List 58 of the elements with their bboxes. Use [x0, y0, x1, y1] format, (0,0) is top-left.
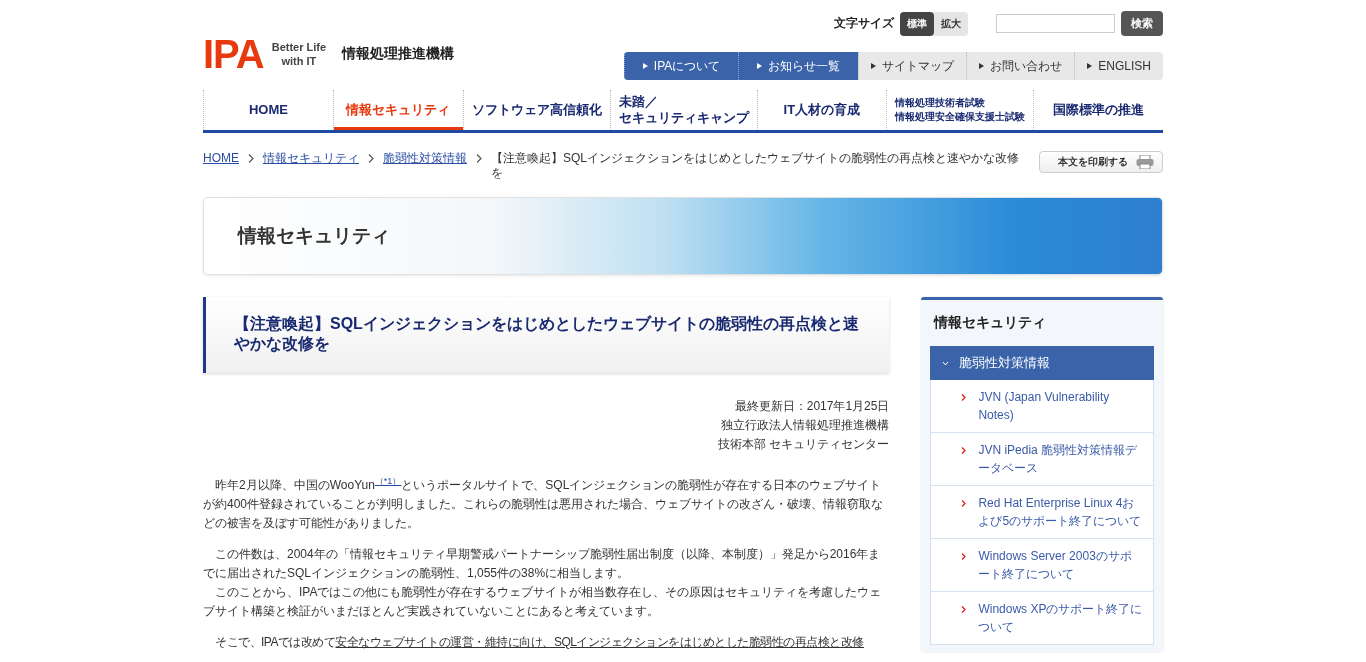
triangle-icon	[871, 63, 877, 69]
nav-tab[interactable]: 国際標準の推進	[1033, 90, 1163, 130]
article-meta: 最終更新日：2017年1月25日	[734, 398, 890, 415]
paragraph: そこで、IPAでは改めて安全なウェブサイトの運営・維持に向け、SQLインジェクションをはじめとした脆弱性の再点検と改修	[214, 634, 865, 651]
article-meta: 独立行政法人情報処理推進機構	[721, 417, 890, 434]
breadcrumb-link[interactable]: HOME	[203, 151, 239, 166]
banner-title: 情報セキュリティ	[238, 224, 390, 248]
nav-tab[interactable]: 情報処理技術者試験 情報処理安全確保支援士試験	[886, 90, 1034, 130]
utility-link[interactable]: お知らせ一覧	[738, 52, 859, 80]
triangle-icon	[1087, 63, 1093, 69]
chevron-icon	[248, 154, 254, 163]
nav-tab[interactable]: 情報セキュリティ	[332, 90, 463, 130]
article-meta: 技術本部 セキュリティセンター	[718, 436, 890, 453]
utility-link[interactable]: サイトマップ	[858, 52, 967, 80]
sidebar-link[interactable]: JVN (Japan Vulnerability Notes)	[930, 380, 1154, 433]
text-link[interactable]: 安全なウェブサイトの運営・維持に向け、SQLインジェクションをはじめとした脆弱性の再点検と改修	[335, 635, 864, 649]
org-name: 情報処理推進機構	[342, 45, 455, 63]
paragraph: 昨年2月以降、中国のWooYun$^{（*1）}$というポータルサイトで、SQLインジェクションの脆弱性が存在する日本のウェブサイトが約400件登録されていることが判明しました。これらの脆弱性は悪用された場合、ウェブサイトの改ざん・破壊、情報窃取などの被害を及ぼす可能性がありました。	[203, 475, 885, 532]
utility-link[interactable]: IPAについて	[623, 52, 739, 80]
chevron-icon	[961, 606, 967, 613]
print-button[interactable]: 本文を印刷する	[1039, 151, 1163, 173]
chevron-icon	[942, 360, 950, 366]
nav-tab[interactable]: ソフトウェア高信頼化	[462, 90, 610, 130]
printer-icon	[1136, 155, 1154, 169]
tagline: Better Life with IT	[271, 40, 327, 68]
footnote-link[interactable]: （*1）	[374, 476, 402, 486]
triangle-icon	[757, 63, 763, 69]
chevron-icon	[476, 154, 482, 163]
breadcrumb-current: 【注意喚起】SQLインジェクションをはじめとしたウェブサイトの脆弱性の再点検と速やかな改修を	[491, 151, 1019, 181]
paragraph: このことから、IPAではこの他にも脆弱性が存在するウェブサイトが相当数存在し、その原因はセキュリティを考慮したウェブサイト構築と検証がいまだほとんど実践されていないことにあると考えています。	[203, 584, 883, 620]
sidebar-title: 情報セキュリティ	[932, 313, 1048, 332]
font-size-label: 文字サイズ	[834, 15, 894, 32]
paragraph: この件数は、2004年の「情報セキュリティ早期警戒パートナーシップ脆弱性届出制度（以降、本制度）」発足から2016年までに届出されたSQLインジェクションの脆弱性、1,055件の38%に相当します。	[203, 546, 882, 582]
chevron-icon	[961, 553, 967, 560]
chevron-icon	[961, 394, 967, 401]
sidebar-link[interactable]: Red Hat Enterprise Linux 4および5のサポート終了について	[930, 486, 1154, 539]
triangle-icon	[642, 63, 648, 69]
font-size-button[interactable]: 標準	[900, 11, 934, 36]
utility-link[interactable]: ENGLISH	[1074, 52, 1163, 80]
nav-tab[interactable]: HOME	[203, 90, 333, 130]
font-size-button[interactable]: 拡大	[934, 11, 968, 36]
triangle-icon	[979, 63, 985, 69]
logo: IPA	[203, 31, 264, 77]
sidebar-link[interactable]: JVN iPedia 脆弱性対策情報データベース	[930, 433, 1154, 486]
nav-tab[interactable]: 未踏／ セキュリティキャンプ	[609, 90, 757, 130]
breadcrumb-link[interactable]: 脆弱性対策情報	[383, 151, 467, 166]
breadcrumb-link[interactable]: 情報セキュリティ	[263, 151, 359, 166]
article-title: 【注意喚起】SQLインジェクションをはじめとしたウェブサイトの脆弱性の再点検と速やかな改修を	[203, 297, 890, 373]
chevron-icon	[368, 154, 374, 163]
utility-link[interactable]: お問い合わせ	[966, 52, 1075, 80]
search-field[interactable]	[996, 14, 1115, 33]
search-button[interactable]: 検索	[1121, 11, 1163, 36]
sidebar-link[interactable]: Windows XPのサポート終了について	[930, 592, 1154, 645]
nav-tab[interactable]: IT人材の育成	[756, 90, 887, 130]
sidebar-section[interactable]: 脆弱性対策情報	[930, 346, 1154, 380]
sidebar-link[interactable]: Windows Server 2003のサポート終了について	[930, 539, 1154, 592]
chevron-icon	[961, 500, 967, 507]
chevron-icon	[961, 447, 967, 454]
